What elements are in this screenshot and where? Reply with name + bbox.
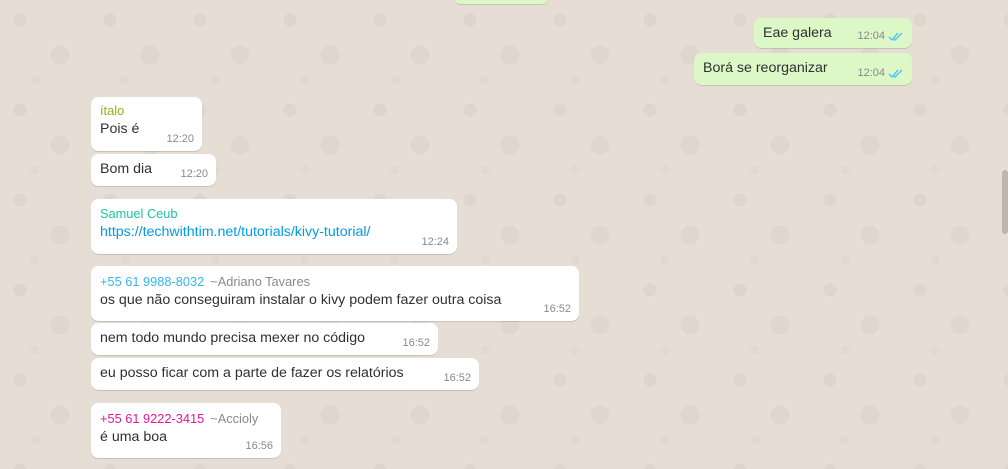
message-bubble-incoming[interactable]: Samuel Ceub https://techwithtim.net/tuto… — [91, 199, 457, 254]
message-text: é uma boa — [100, 429, 168, 445]
double-check-read-icon — [888, 32, 903, 42]
message-link[interactable]: https://techwithtim.net/tutorials/kivy-t… — [100, 223, 370, 242]
scrollbar-thumb[interactable] — [1002, 170, 1008, 234]
sender-header: +55 61 9988-8032 ~Adriano Tavares — [100, 273, 570, 291]
message-time: 16:52 — [402, 337, 430, 349]
message-text: nem todo mundo precisa mexer no código — [100, 330, 365, 346]
message-bubble-incoming[interactable]: ítalo Pois é 12:20 — [91, 97, 202, 151]
sender-name[interactable]: +55 61 9222-3415 — [100, 411, 204, 426]
message-text: Borá se reorganizar — [703, 60, 828, 76]
previous-message-bubble[interactable] — [455, 0, 548, 4]
sender-name[interactable]: Samuel Ceub — [100, 205, 448, 223]
message-time: 16:52 — [443, 372, 471, 384]
message-text: eu posso ficar com a parte de fazer os r… — [100, 365, 404, 381]
message-text: Eae galera — [763, 25, 832, 41]
message-bubble-incoming[interactable]: Bom dia 12:20 — [91, 154, 216, 186]
message-time: 16:52 — [543, 303, 571, 315]
message-text: Pois é — [100, 121, 140, 137]
sender-pushname: ~Accioly — [210, 411, 259, 426]
message-text: os que não conseguiram instalar o kivy p… — [100, 292, 502, 308]
message-list[interactable]: Eae galera 12:04 Borá se reorganizar 12:… — [0, 0, 1008, 469]
message-bubble-incoming[interactable]: +55 61 9222-3415 ~Accioly é uma boa 16:56 — [91, 403, 281, 458]
message-bubble-incoming[interactable]: nem todo mundo precisa mexer no código 1… — [91, 323, 438, 355]
message-time: 12:24 — [421, 236, 449, 248]
sender-header: +55 61 9222-3415 ~Accioly — [100, 410, 272, 428]
double-check-read-icon — [888, 69, 903, 79]
message-bubble-incoming[interactable]: +55 61 9988-8032 ~Adriano Tavares os que … — [91, 266, 579, 321]
message-time: 12:04 — [857, 67, 885, 79]
message-text: Bom dia — [100, 161, 153, 177]
message-meta: 12:04 — [857, 29, 904, 44]
message-time: 12:20 — [166, 133, 194, 145]
message-time: 12:20 — [180, 168, 208, 180]
sender-name[interactable]: +55 61 9988-8032 — [100, 274, 204, 289]
message-meta: 12:04 — [857, 66, 904, 81]
message-bubble-outgoing[interactable]: Borá se reorganizar 12:04 — [694, 53, 912, 85]
sender-pushname: ~Adriano Tavares — [210, 274, 310, 289]
message-bubble-incoming[interactable]: eu posso ficar com a parte de fazer os r… — [91, 358, 479, 390]
message-bubble-outgoing[interactable]: Eae galera 12:04 — [754, 18, 912, 48]
message-time: 16:56 — [245, 440, 273, 452]
sender-name[interactable]: ítalo — [100, 102, 193, 120]
message-time: 12:04 — [857, 30, 885, 42]
